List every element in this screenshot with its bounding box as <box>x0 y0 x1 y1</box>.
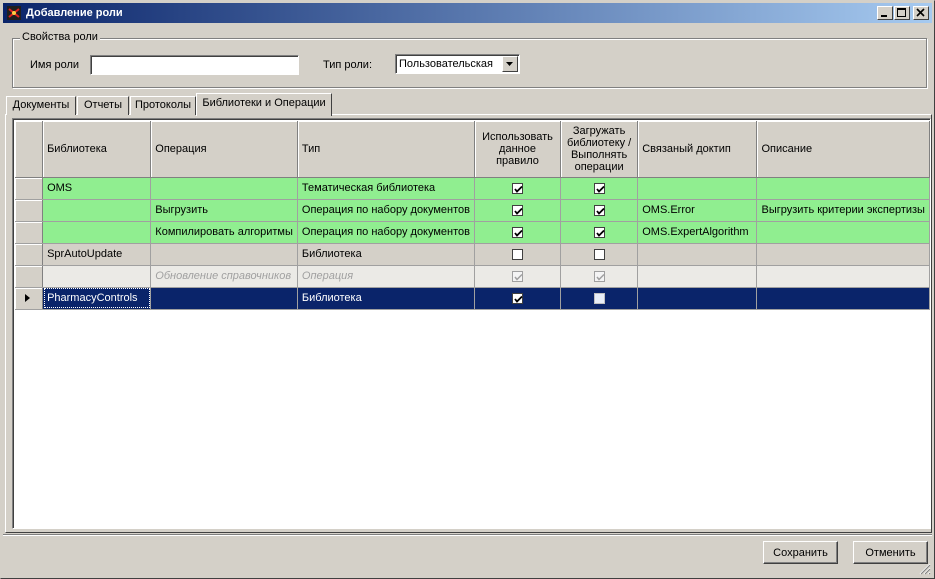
table-row[interactable]: Обновление справочников Операция <box>15 265 930 288</box>
current-row-arrow-icon <box>25 294 30 302</box>
cell-load[interactable] <box>560 265 639 288</box>
close-button[interactable] <box>913 6 929 20</box>
cell-library[interactable]: SprAutoUpdate <box>42 243 152 266</box>
cell-description[interactable] <box>756 177 930 200</box>
window-title: Добавление роли <box>26 7 123 19</box>
role-name-label: Имя роли <box>30 59 80 71</box>
cell-doctype[interactable]: OMS.ExpertAlgorithm <box>637 221 758 244</box>
tab-libraries-operations[interactable]: Библиотеки и Операции <box>196 93 332 116</box>
add-role-window: Добавление роли Свойства роли Имя роли Т… <box>0 0 935 579</box>
load-checkbox[interactable] <box>593 182 605 194</box>
cell-library[interactable] <box>42 265 152 288</box>
cell-library[interactable]: OMS <box>42 177 152 200</box>
use-checkbox[interactable] <box>512 270 523 282</box>
table-row[interactable]: Компилировать алгоритмы Операция по набо… <box>15 221 930 244</box>
table-row[interactable]: PharmacyControls Библиотека <box>15 287 930 310</box>
row-header[interactable] <box>15 221 44 244</box>
libraries-grid[interactable]: Библиотека Операция Тип Использовать дан… <box>12 118 931 529</box>
cell-operation[interactable] <box>150 177 298 200</box>
cell-type[interactable]: Операция по набору документов <box>297 199 476 222</box>
maximize-button[interactable] <box>894 6 910 20</box>
footer-separator <box>3 534 932 536</box>
use-checkbox[interactable] <box>512 182 523 194</box>
cell-library[interactable] <box>42 221 152 244</box>
role-name-input[interactable] <box>90 55 299 75</box>
role-type-value: Пользовательская <box>399 58 494 70</box>
use-checkbox[interactable] <box>512 292 523 304</box>
cell-operation[interactable]: Компилировать алгоритмы <box>150 221 298 244</box>
cell-doctype[interactable]: OMS.Error <box>637 199 758 222</box>
load-checkbox[interactable] <box>593 204 605 216</box>
row-header[interactable] <box>15 199 44 222</box>
cancel-button[interactable]: Отменить <box>853 541 928 564</box>
cell-description[interactable] <box>756 265 930 288</box>
load-checkbox[interactable] <box>593 292 605 304</box>
minimize-button[interactable] <box>877 6 893 20</box>
cell-use[interactable] <box>474 199 561 222</box>
table-row[interactable]: OMS Тематическая библиотека <box>15 177 930 200</box>
cell-library[interactable]: PharmacyControls <box>42 287 152 310</box>
cell-load[interactable] <box>560 177 639 200</box>
column-header-description[interactable]: Описание <box>756 121 930 178</box>
cell-type[interactable]: Операция по набору документов <box>297 221 476 244</box>
use-checkbox[interactable] <box>512 248 523 260</box>
app-icon <box>6 5 22 21</box>
row-header[interactable] <box>15 287 44 310</box>
table-row[interactable]: SprAutoUpdate Библиотека <box>15 243 930 266</box>
cell-operation[interactable] <box>150 287 298 310</box>
chevron-down-icon[interactable] <box>502 56 518 72</box>
cell-load[interactable] <box>560 243 639 266</box>
save-button[interactable]: Сохранить <box>763 541 838 564</box>
cell-use[interactable] <box>474 221 561 244</box>
cell-description[interactable] <box>756 243 930 266</box>
cell-type[interactable]: Операция <box>297 265 476 288</box>
cell-operation[interactable]: Обновление справочников <box>150 265 298 288</box>
use-checkbox[interactable] <box>512 226 523 238</box>
cell-description[interactable] <box>756 287 930 310</box>
tab-protocols[interactable]: Протоколы <box>130 96 196 115</box>
title-bar[interactable]: Добавление роли <box>3 3 932 23</box>
use-checkbox[interactable] <box>512 204 523 216</box>
cell-type[interactable]: Библиотека <box>297 243 476 266</box>
column-header-type[interactable]: Тип <box>297 121 476 178</box>
column-header-library[interactable]: Библиотека <box>42 121 152 178</box>
cell-type[interactable]: Библиотека <box>297 287 476 310</box>
cell-operation[interactable]: Выгрузить <box>150 199 298 222</box>
row-header[interactable] <box>15 243 44 266</box>
cell-operation[interactable] <box>150 243 298 266</box>
cell-use[interactable] <box>474 177 561 200</box>
load-checkbox[interactable] <box>593 270 605 282</box>
load-checkbox[interactable] <box>593 248 605 260</box>
load-checkbox[interactable] <box>593 226 605 238</box>
row-header[interactable] <box>15 265 44 288</box>
cell-use[interactable] <box>474 287 561 310</box>
cell-use[interactable] <box>474 243 561 266</box>
row-header[interactable] <box>15 177 44 200</box>
role-type-label: Тип роли: <box>323 59 373 71</box>
column-header-linked-doctype[interactable]: Связаный доктип <box>637 121 758 178</box>
tab-documents[interactable]: Документы <box>6 96 76 115</box>
role-type-select[interactable]: Пользовательская <box>395 54 520 74</box>
cell-doctype[interactable] <box>637 265 758 288</box>
cell-load[interactable] <box>560 199 639 222</box>
column-header-load-library[interactable]: Загружать библиотеку / Выполнять операци… <box>560 121 639 178</box>
cell-description[interactable] <box>756 221 930 244</box>
cell-load[interactable] <box>560 287 639 310</box>
cell-type[interactable]: Тематическая библиотека <box>297 177 476 200</box>
cell-doctype[interactable] <box>637 287 758 310</box>
column-header-use-rule[interactable]: Использовать данное правило <box>474 121 561 178</box>
cell-doctype[interactable] <box>637 243 758 266</box>
tab-reports[interactable]: Отчеты <box>77 96 129 115</box>
role-properties-legend: Свойства роли <box>20 31 100 43</box>
cell-load[interactable] <box>560 221 639 244</box>
cell-doctype[interactable] <box>637 177 758 200</box>
table-row[interactable]: Выгрузить Операция по набору документов … <box>15 199 930 222</box>
cell-use[interactable] <box>474 265 561 288</box>
cell-library[interactable] <box>42 199 152 222</box>
libraries-table: Библиотека Операция Тип Использовать дан… <box>15 121 930 310</box>
resize-grip-icon[interactable] <box>919 563 931 575</box>
column-header-operation[interactable]: Операция <box>150 121 298 178</box>
cell-description[interactable]: Выгрузить критерии экспертизы <box>756 199 930 222</box>
row-header-corner <box>15 121 44 178</box>
